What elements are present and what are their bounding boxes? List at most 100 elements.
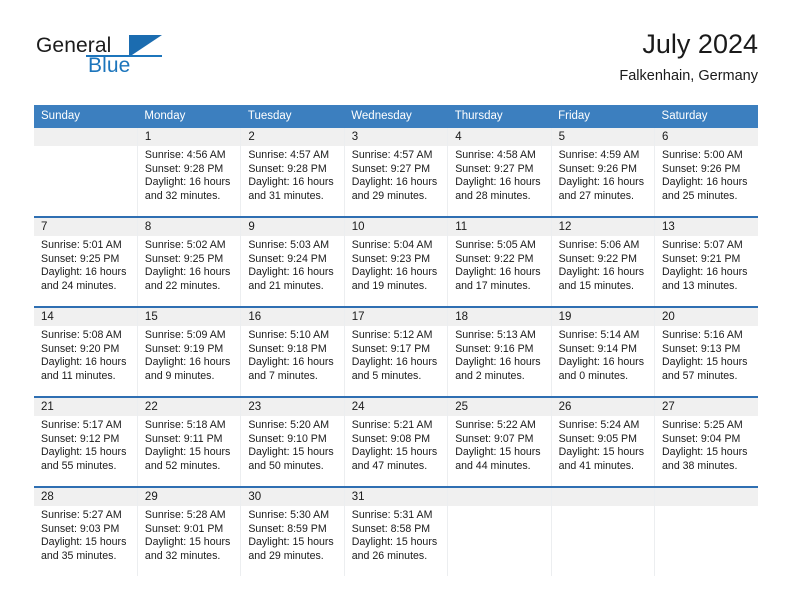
day-info-line: Sunset: 9:25 PM [41,252,120,265]
day-info-line: Daylight: 15 hours [41,446,127,459]
day-info-line: and 32 minutes. [144,550,221,563]
day-info-line: Sunset: 8:58 PM [351,522,431,535]
calendar-day-cell[interactable]: 25 Sunrise: 5:22 AM Sunset: 9:07 PM Dayligh… [447,397,552,488]
calendar-day-cell[interactable]: 2 Sunrise: 4:57 AM Sunset: 9:28 PM Daylight… [240,128,345,218]
calendar-day-cell[interactable]: 23 Sunrise: 5:20 AM Sunset: 9:10 PM Dayligh… [240,397,345,488]
day-info-line: Sunrise: 5:14 AM [558,329,640,341]
day-cell-content: 9 Sunrise: 5:03 AM Sunset: 9:24 PM Daylight… [241,218,344,306]
day-cell-content: 30 Sunrise: 5:30 AM Sunset: 8:59 PM Dayligh… [241,488,344,576]
day-info-line: Daylight: 16 hours [662,266,748,279]
day-info-line: Sunset: 9:22 PM [558,252,637,265]
day-info-line: and 13 minutes. [662,280,738,293]
calendar-day-cell[interactable]: 31 Sunrise: 5:31 AM Sunset: 8:58 PM Dayligh… [344,487,449,576]
day-info-line: Daylight: 15 hours [144,446,231,459]
day-sun-info: Sunrise: 4:56 AM Sunset: 9:28 PM Daylight:… [138,146,240,204]
day-info-line: Daylight: 15 hours [558,446,644,459]
calendar-day-cell[interactable]: 14 Sunrise: 5:08 AM Sunset: 9:20 PM Dayligh… [34,307,138,398]
day-info-line: Sunset: 9:27 PM [455,162,534,175]
day-sun-info: Sunrise: 5:18 AM Sunset: 9:11 PM Daylight:… [138,416,240,474]
day-number [448,488,551,506]
day-number: 4 [448,128,551,146]
day-info-line: and 32 minutes. [144,190,221,203]
day-info-line: Daylight: 16 hours [558,176,644,189]
day-info-line: Sunset: 9:21 PM [662,252,741,265]
calendar-day-cell[interactable]: 5 Sunrise: 4:59 AM Sunset: 9:26 PM Daylight… [551,128,656,218]
calendar-day-cell[interactable]: 7 Sunrise: 5:01 AM Sunset: 9:25 PM Daylight… [34,217,138,308]
calendar-day-cell[interactable]: 27 Sunrise: 5:25 AM Sunset: 9:04 PM Dayligh… [654,397,758,488]
weekday-header-friday: Friday [551,105,655,128]
day-cell-content [34,128,137,216]
day-number: 31 [344,488,448,506]
calendar-day-cell[interactable]: 11 Sunrise: 5:05 AM Sunset: 9:22 PM Dayligh… [447,217,552,308]
general-blue-logo[interactable]: General Blue [34,34,244,90]
day-sun-info: Sunrise: 5:07 AM Sunset: 9:21 PM Daylight:… [655,236,758,294]
day-sun-info: Sunrise: 5:22 AM Sunset: 9:07 PM Daylight:… [448,416,550,474]
day-info-line: Sunset: 9:22 PM [455,252,534,265]
day-cell-content: 24 Sunrise: 5:21 AM Sunset: 9:08 PM Dayligh… [344,398,448,486]
calendar-day-cell[interactable]: 18 Sunrise: 5:13 AM Sunset: 9:16 PM Dayligh… [447,307,552,398]
day-cell-content: 11 Sunrise: 5:05 AM Sunset: 9:22 PM Dayligh… [448,218,551,306]
calendar-day-cell[interactable]: 22 Sunrise: 5:18 AM Sunset: 9:11 PM Dayligh… [137,397,242,488]
day-info-line: and 0 minutes. [558,370,629,383]
calendar-day-cell[interactable]: 17 Sunrise: 5:12 AM Sunset: 9:17 PM Dayligh… [344,307,449,398]
calendar-day-cell[interactable]: 30 Sunrise: 5:30 AM Sunset: 8:59 PM Dayligh… [240,487,345,576]
day-number: 19 [551,308,655,326]
day-info-line: Sunrise: 5:31 AM [351,509,433,521]
day-sun-info: Sunrise: 5:21 AM Sunset: 9:08 PM Daylight:… [345,416,447,474]
day-cell-content: 26 Sunrise: 5:24 AM Sunset: 9:05 PM Dayligh… [551,398,655,486]
day-info-line: and 17 minutes. [455,280,531,293]
calendar-day-cell[interactable]: 6 Sunrise: 5:00 AM Sunset: 9:26 PM Daylight… [654,128,758,218]
calendar-day-cell[interactable]: 16 Sunrise: 5:10 AM Sunset: 9:18 PM Dayligh… [240,307,345,398]
day-number: 14 [34,308,137,326]
title-block: July 2024 Falkenhain, Germany [619,28,758,86]
calendar-day-cell[interactable]: 21 Sunrise: 5:17 AM Sunset: 9:12 PM Dayligh… [34,397,138,488]
day-sun-info: Sunrise: 5:28 AM Sunset: 9:01 PM Daylight:… [138,506,240,564]
calendar-day-cell[interactable]: 8 Sunrise: 5:02 AM Sunset: 9:25 PM Daylight… [137,217,242,308]
calendar-day-cell[interactable]: 20 Sunrise: 5:16 AM Sunset: 9:13 PM Dayligh… [654,307,758,398]
day-info-line: Sunrise: 5:20 AM [248,419,330,431]
day-info-line: and 31 minutes. [248,190,324,203]
calendar-day-cell[interactable]: 9 Sunrise: 5:03 AM Sunset: 9:24 PM Daylight… [240,217,345,308]
calendar-day-cell[interactable]: 19 Sunrise: 5:14 AM Sunset: 9:14 PM Dayligh… [551,307,656,398]
day-sun-info: Sunrise: 5:13 AM Sunset: 9:16 PM Daylight:… [448,326,550,384]
calendar-day-cell[interactable]: 26 Sunrise: 5:24 AM Sunset: 9:05 PM Dayligh… [551,397,656,488]
calendar-day-cell[interactable]: 29 Sunrise: 5:28 AM Sunset: 9:01 PM Dayligh… [137,487,242,576]
calendar-day-cell[interactable]: 28 Sunrise: 5:27 AM Sunset: 9:03 PM Dayligh… [34,487,138,576]
day-number [551,488,655,506]
day-info-line: Sunset: 9:26 PM [558,162,637,175]
day-sun-info [552,506,654,509]
day-cell-content: 13 Sunrise: 5:07 AM Sunset: 9:21 PM Dayligh… [655,218,758,306]
calendar-day-cell[interactable]: 3 Sunrise: 4:57 AM Sunset: 9:27 PM Daylight… [344,128,449,218]
day-cell-content: 15 Sunrise: 5:09 AM Sunset: 9:19 PM Dayligh… [137,308,241,396]
day-info-line: Sunset: 9:05 PM [558,432,637,445]
day-info-line: Daylight: 16 hours [455,266,541,279]
day-number: 15 [137,308,241,326]
calendar-day-cell[interactable]: 15 Sunrise: 5:09 AM Sunset: 9:19 PM Dayligh… [137,307,242,398]
day-cell-content [448,488,551,576]
day-sun-info: Sunrise: 5:25 AM Sunset: 9:04 PM Daylight:… [655,416,758,474]
day-cell-content: 21 Sunrise: 5:17 AM Sunset: 9:12 PM Dayligh… [34,398,137,486]
calendar-day-cell[interactable]: 1 Sunrise: 4:56 AM Sunset: 9:28 PM Daylight… [137,128,242,218]
calendar-day-cell[interactable]: 13 Sunrise: 5:07 AM Sunset: 9:21 PM Dayligh… [654,217,758,308]
day-number: 16 [241,308,344,326]
day-number: 11 [448,218,551,236]
day-cell-content: 7 Sunrise: 5:01 AM Sunset: 9:25 PM Daylight… [34,218,137,306]
calendar-day-cell[interactable]: 4 Sunrise: 4:58 AM Sunset: 9:27 PM Daylight… [447,128,552,218]
day-number: 2 [241,128,344,146]
day-sun-info: Sunrise: 5:14 AM Sunset: 9:14 PM Daylight:… [552,326,654,384]
day-info-line: Sunrise: 5:00 AM [662,149,743,161]
day-info-line: Sunset: 9:27 PM [351,162,431,175]
weekday-header-wednesday: Wednesday [344,105,448,128]
day-info-line: Sunrise: 5:02 AM [144,239,226,251]
day-info-line: Daylight: 16 hours [455,176,541,189]
day-number: 9 [241,218,344,236]
day-cell-content [655,488,758,576]
calendar-day-cell[interactable]: 12 Sunrise: 5:06 AM Sunset: 9:22 PM Dayligh… [551,217,656,308]
day-info-line: Daylight: 16 hours [41,356,127,369]
day-sun-info: Sunrise: 5:27 AM Sunset: 9:03 PM Daylight:… [34,506,137,564]
calendar-day-cell[interactable]: 24 Sunrise: 5:21 AM Sunset: 9:08 PM Dayligh… [344,397,449,488]
day-info-line: and 21 minutes. [248,280,324,293]
calendar-day-cell[interactable]: 10 Sunrise: 5:04 AM Sunset: 9:23 PM Dayligh… [344,217,449,308]
day-info-line: Daylight: 15 hours [662,356,748,369]
day-sun-info: Sunrise: 5:10 AM Sunset: 9:18 PM Daylight:… [241,326,343,384]
